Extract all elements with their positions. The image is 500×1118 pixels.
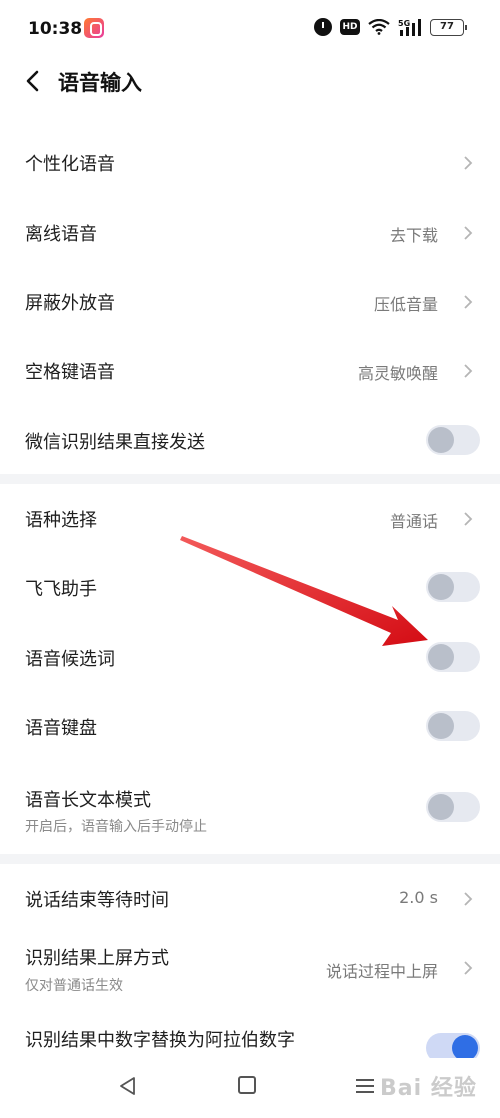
setting-label: 离线语音 — [25, 224, 97, 245]
chevron-right-icon — [464, 892, 473, 906]
toggle-knob — [428, 713, 454, 739]
setting-label: 空格键语音 — [25, 362, 115, 383]
setting-row-offline-voice[interactable]: 离线语音 去下载 — [0, 198, 500, 268]
chevron-right-icon — [464, 295, 473, 309]
setting-value: 说话过程中上屏 — [325, 962, 438, 981]
voice-keyboard-toggle[interactable] — [426, 711, 480, 741]
chevron-right-icon — [464, 512, 473, 526]
wechat-send-toggle[interactable] — [426, 425, 480, 455]
nav-back-icon[interactable] — [118, 1076, 136, 1096]
setting-value: 压低音量 — [373, 295, 438, 314]
section-divider — [0, 474, 500, 484]
setting-value: 普通话 — [389, 512, 438, 531]
battery-icon: 77 — [430, 18, 467, 36]
setting-row-block-speaker[interactable]: 屏蔽外放音 压低音量 — [0, 267, 500, 337]
setting-label: 语音长文本模式 — [25, 790, 151, 811]
setting-row-personalized-voice[interactable]: 个性化语音 — [0, 128, 500, 198]
signal-icon: 5G — [398, 19, 421, 36]
toggle-knob — [428, 427, 454, 453]
setting-label: 屏蔽外放音 — [25, 293, 115, 314]
wifi-icon — [368, 19, 390, 35]
setting-row-end-wait-time[interactable]: 说话结束等待时间 2.0 s — [0, 864, 500, 934]
setting-row-language-select[interactable]: 语种选择 普通话 — [0, 484, 500, 554]
setting-row-long-text-mode: 语音长文本模式 开启后，语音输入后手动停止 — [0, 772, 500, 848]
setting-row-feifei-assistant: 飞飞助手 — [0, 553, 500, 623]
system-nav-bar: Bai 经验 — [0, 1058, 500, 1118]
setting-label: 个性化语音 — [25, 154, 115, 175]
app-notification-icon — [84, 18, 104, 38]
alarm-icon — [314, 18, 332, 36]
toggle-knob — [428, 574, 454, 600]
setting-row-voice-keyboard: 语音键盘 — [0, 692, 500, 762]
toggle-knob — [428, 644, 454, 670]
chevron-right-icon — [464, 156, 473, 170]
setting-label: 语音键盘 — [25, 718, 97, 739]
feifei-assistant-toggle[interactable] — [426, 572, 480, 602]
setting-label: 识别结果中数字替换为阿拉伯数字 — [25, 1030, 295, 1051]
status-bar: 10:38 HD 5G 77 — [0, 0, 500, 60]
page-header: 语音输入 — [0, 56, 500, 106]
nav-home-icon[interactable] — [238, 1076, 256, 1094]
setting-value: 2.0 s — [399, 888, 438, 907]
back-arrow-icon[interactable] — [24, 70, 40, 92]
toggle-knob — [428, 794, 454, 820]
setting-label: 说话结束等待时间 — [25, 890, 169, 911]
setting-row-result-display-mode[interactable]: 识别结果上屏方式 仅对普通话生效 说话过程中上屏 — [0, 934, 500, 1010]
status-time: 10:38 — [28, 19, 83, 39]
hd-icon: HD — [340, 19, 360, 35]
setting-subtitle: 仅对普通话生效 — [25, 978, 123, 994]
page-title: 语音输入 — [58, 71, 142, 95]
setting-row-arabic-numerals: 识别结果中数字替换为阿拉伯数字 — [0, 1010, 500, 1063]
nav-menu-icon[interactable] — [356, 1078, 374, 1094]
section-divider — [0, 854, 500, 864]
long-text-mode-toggle[interactable] — [426, 792, 480, 822]
setting-subtitle: 开启后，语音输入后手动停止 — [25, 819, 207, 835]
setting-label: 微信识别结果直接发送 — [25, 432, 205, 453]
setting-label: 语种选择 — [25, 510, 97, 531]
status-icons: HD 5G 77 — [314, 18, 467, 36]
voice-candidates-toggle[interactable] — [426, 642, 480, 672]
setting-label: 飞飞助手 — [25, 579, 97, 600]
setting-value: 高灵敏唤醒 — [357, 364, 438, 383]
watermark-text: Bai 经验 — [380, 1076, 477, 1101]
chevron-right-icon — [464, 961, 473, 975]
chevron-right-icon — [464, 226, 473, 240]
svg-text:5G: 5G — [398, 19, 410, 28]
setting-value: 去下载 — [389, 226, 438, 245]
setting-label: 语音候选词 — [25, 649, 115, 670]
setting-row-wechat-send: 微信识别结果直接发送 — [0, 406, 500, 476]
setting-row-space-key-voice[interactable]: 空格键语音 高灵敏唤醒 — [0, 336, 500, 406]
setting-row-voice-candidates: 语音候选词 — [0, 623, 500, 693]
setting-label: 识别结果上屏方式 — [25, 948, 169, 969]
chevron-right-icon — [464, 364, 473, 378]
